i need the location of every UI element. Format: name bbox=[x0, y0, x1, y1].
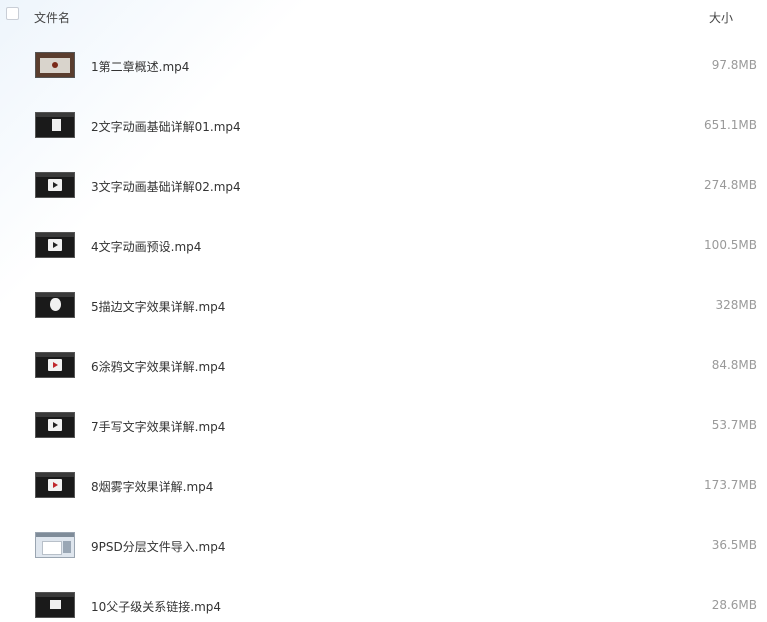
file-name[interactable]: 7手写文字效果详解.mp4 bbox=[91, 418, 225, 435]
file-name[interactable]: 6涂鸦文字效果详解.mp4 bbox=[91, 358, 225, 375]
file-size: 651.1MB bbox=[704, 118, 757, 132]
file-row[interactable]: 1第二章概述.mp4 97.8MB bbox=[0, 36, 767, 96]
file-name[interactable]: 2文字动画基础详解01.mp4 bbox=[91, 118, 241, 135]
column-header-name[interactable]: 文件名 bbox=[34, 9, 70, 26]
file-row[interactable]: 9PSD分层文件导入.mp4 36.5MB bbox=[0, 516, 767, 576]
file-list: 1第二章概述.mp4 97.8MB 2文字动画基础详解01.mp4 651.1M… bbox=[0, 36, 767, 622]
file-row[interactable]: 7手写文字效果详解.mp4 53.7MB bbox=[0, 396, 767, 456]
file-size: 173.7MB bbox=[704, 478, 757, 492]
file-row[interactable]: 8烟雾字效果详解.mp4 173.7MB bbox=[0, 456, 767, 516]
file-row[interactable]: 6涂鸦文字效果详解.mp4 84.8MB bbox=[0, 336, 767, 396]
file-name[interactable]: 10父子级关系链接.mp4 bbox=[91, 598, 221, 615]
video-thumbnail-icon[interactable] bbox=[35, 592, 75, 618]
video-thumbnail-icon[interactable] bbox=[35, 232, 75, 258]
file-size: 328MB bbox=[715, 298, 758, 312]
file-row[interactable]: 5描边文字效果详解.mp4 328MB bbox=[0, 276, 767, 336]
file-size: 97.8MB bbox=[711, 58, 757, 72]
video-thumbnail-icon[interactable] bbox=[35, 112, 75, 138]
file-name[interactable]: 4文字动画预设.mp4 bbox=[91, 238, 201, 255]
file-row[interactable]: 4文字动画预设.mp4 100.5MB bbox=[0, 216, 767, 276]
video-thumbnail-icon[interactable] bbox=[35, 412, 75, 438]
select-all-checkbox[interactable] bbox=[6, 7, 19, 20]
file-name[interactable]: 1第二章概述.mp4 bbox=[91, 58, 189, 75]
file-row[interactable]: 2文字动画基础详解01.mp4 651.1MB bbox=[0, 96, 767, 156]
file-size: 28.6MB bbox=[711, 598, 757, 612]
file-size: 84.8MB bbox=[711, 358, 757, 372]
file-name[interactable]: 9PSD分层文件导入.mp4 bbox=[91, 538, 226, 555]
video-thumbnail-icon[interactable] bbox=[35, 352, 75, 378]
video-thumbnail-icon[interactable] bbox=[35, 172, 75, 198]
file-row[interactable]: 3文字动画基础详解02.mp4 274.8MB bbox=[0, 156, 767, 216]
video-thumbnail-icon[interactable] bbox=[35, 52, 75, 78]
file-list-header: 文件名 大小 bbox=[0, 0, 767, 32]
file-size: 36.5MB bbox=[711, 538, 757, 552]
file-list-page: 文件名 大小 1第二章概述.mp4 97.8MB 2文字动画基础详解01.mp4… bbox=[0, 0, 767, 622]
file-name[interactable]: 8烟雾字效果详解.mp4 bbox=[91, 478, 213, 495]
file-name[interactable]: 3文字动画基础详解02.mp4 bbox=[91, 178, 241, 195]
video-thumbnail-icon[interactable] bbox=[35, 472, 75, 498]
file-size: 274.8MB bbox=[704, 178, 757, 192]
file-size: 100.5MB bbox=[704, 238, 757, 252]
column-header-size[interactable]: 大小 bbox=[709, 9, 733, 26]
file-row[interactable]: 10父子级关系链接.mp4 28.6MB bbox=[0, 576, 767, 622]
video-thumbnail-icon[interactable] bbox=[35, 292, 75, 318]
video-thumbnail-icon[interactable] bbox=[35, 532, 75, 558]
file-name[interactable]: 5描边文字效果详解.mp4 bbox=[91, 298, 225, 315]
file-size: 53.7MB bbox=[711, 418, 757, 432]
